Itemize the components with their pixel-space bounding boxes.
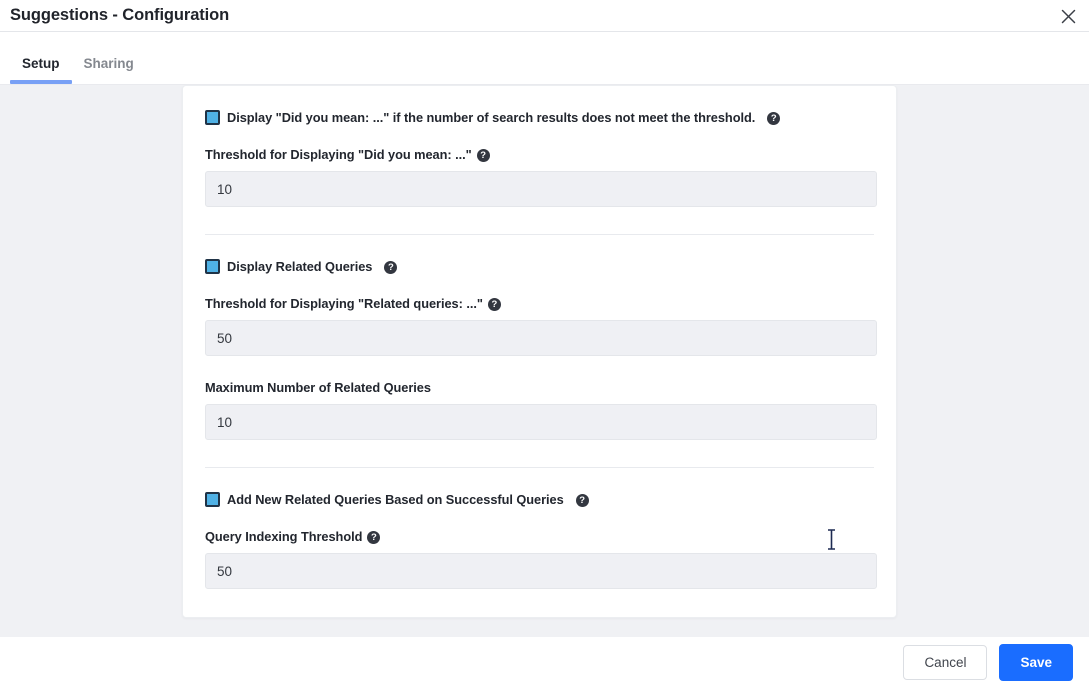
field-label-row-threshold-related-queries: Threshold for Displaying "Related querie…	[205, 296, 874, 311]
help-icon-threshold-related-queries[interactable]: ?	[487, 298, 501, 311]
input-query-indexing-threshold[interactable]	[205, 553, 877, 589]
dialog-footer: Cancel Save	[0, 637, 1089, 688]
help-icon-display-did-you-mean[interactable]: ?	[767, 112, 781, 125]
checkbox-add-new-related-queries[interactable]	[205, 492, 220, 507]
checkbox-display-related-queries[interactable]	[205, 259, 220, 274]
section-related-queries: Display Related Queries ? Threshold for …	[205, 259, 877, 440]
tab-setup[interactable]: Setup	[10, 56, 72, 85]
field-label-threshold-related-queries: Threshold for Displaying "Related querie…	[205, 296, 483, 311]
field-label-query-indexing-threshold: Query Indexing Threshold	[205, 529, 363, 544]
field-threshold-related-queries: Threshold for Displaying "Related querie…	[205, 296, 877, 356]
save-button[interactable]: Save	[999, 643, 1073, 682]
checkbox-row-display-related-queries[interactable]: Display Related Queries ?	[205, 259, 874, 274]
help-icon-threshold-did-you-mean[interactable]: ?	[476, 149, 490, 162]
field-label-threshold-did-you-mean: Threshold for Displaying "Did you mean: …	[205, 147, 472, 162]
help-icon-query-indexing-threshold[interactable]: ?	[367, 531, 381, 544]
input-threshold-related-queries[interactable]	[205, 320, 877, 356]
section-add-new-related-queries: Add New Related Queries Based on Success…	[205, 492, 877, 589]
checkbox-row-did-you-mean[interactable]: Display "Did you mean: ..." if the numbe…	[205, 110, 874, 125]
field-query-indexing-threshold: Query Indexing Threshold ?	[205, 529, 877, 589]
checkbox-row-add-new-related-queries[interactable]: Add New Related Queries Based on Success…	[205, 492, 874, 507]
input-threshold-did-you-mean[interactable]	[205, 171, 877, 207]
section-did-you-mean: Display "Did you mean: ..." if the numbe…	[205, 110, 877, 207]
section-divider	[205, 467, 874, 468]
close-icon[interactable]	[1051, 0, 1085, 32]
checkbox-label-display-did-you-mean: Display "Did you mean: ..." if the numbe…	[227, 110, 756, 125]
help-icon-add-new-related-queries[interactable]: ?	[575, 494, 589, 507]
field-label-row-query-indexing-threshold: Query Indexing Threshold ?	[205, 529, 874, 544]
checkbox-label-add-new-related-queries: Add New Related Queries Based on Success…	[227, 492, 564, 507]
field-max-related-queries: Maximum Number of Related Queries	[205, 380, 877, 440]
page-title: Suggestions - Configuration	[10, 6, 230, 24]
field-threshold-did-you-mean: Threshold for Displaying "Did you mean: …	[205, 147, 877, 207]
tab-bar: Setup Sharing	[0, 32, 1089, 84]
section-divider	[205, 234, 874, 235]
tab-sharing[interactable]: Sharing	[72, 56, 146, 85]
field-label-max-related-queries: Maximum Number of Related Queries	[205, 380, 431, 395]
settings-card: Display "Did you mean: ..." if the numbe…	[182, 85, 897, 618]
scroll-content-area[interactable]: Display "Did you mean: ..." if the numbe…	[0, 84, 1089, 637]
field-label-row-max-related-queries: Maximum Number of Related Queries	[205, 380, 874, 395]
checkbox-display-did-you-mean[interactable]	[205, 110, 220, 125]
input-max-related-queries[interactable]	[205, 404, 877, 440]
help-icon-display-related-queries[interactable]: ?	[384, 261, 398, 274]
dialog-header: Suggestions - Configuration	[0, 0, 1089, 32]
cancel-button[interactable]: Cancel	[903, 644, 988, 681]
configuration-dialog: Suggestions - Configuration Setup Sharin…	[0, 0, 1089, 688]
checkbox-label-display-related-queries: Display Related Queries	[227, 259, 373, 274]
field-label-row-threshold-did-you-mean: Threshold for Displaying "Did you mean: …	[205, 147, 874, 162]
